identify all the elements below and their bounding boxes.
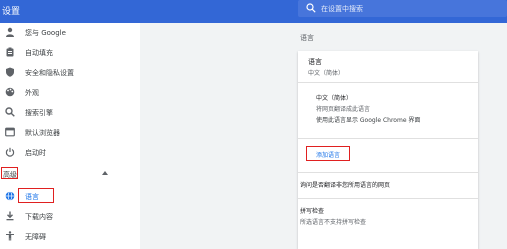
globe-icon (5, 191, 15, 201)
shield-icon (6, 67, 14, 77)
search-placeholder: 在设置中搜索 (321, 5, 363, 13)
language-entry-desc: 将网页翻译成此语言 (316, 106, 371, 113)
sidebar-item-privacy[interactable]: 安全和隐私设置 (0, 63, 140, 83)
sidebar-item-you-and-google[interactable]: 您与 Google (0, 23, 140, 43)
section-title: 语言 (300, 34, 314, 42)
languages-card: 语言 中文（简体） 中文（简体） 将网页翻译成此语言 使用此语言显示 Googl… (298, 51, 478, 249)
current-language[interactable]: 中文（简体） (308, 68, 344, 77)
clipboard-icon (6, 47, 14, 57)
browser-icon (5, 127, 15, 137)
sidebar-item-search-engine[interactable]: 搜索引擎 (0, 103, 140, 123)
sidebar-item-on-startup[interactable]: 启动时 (0, 143, 140, 163)
language-entry-desc: 使用此语言显示 Google Chrome 界面 (316, 117, 421, 124)
search-icon (5, 107, 15, 117)
download-icon (6, 211, 14, 221)
sidebar-item-label: 启动时 (25, 149, 46, 157)
sidebar-item-label: 外观 (25, 89, 39, 97)
sidebar-item-downloads[interactable]: 下载内容 (0, 207, 140, 227)
top-bar: 设置 在设置中搜索 (0, 0, 507, 23)
divider (298, 198, 478, 199)
highlight-box-languages (18, 188, 54, 203)
person-icon (6, 27, 14, 37)
sidebar-item-label: 安全和隐私设置 (25, 69, 74, 77)
sidebar-item-label: 下载内容 (25, 213, 53, 221)
sidebar: 您与 Google 自动填充 安全和隐私设置 外观 搜索引擎 默认浏览器 启动时… (0, 23, 140, 249)
translate-offer-toggle[interactable]: 询问是否翻译非您所用语言的网页 (300, 180, 390, 189)
accessibility-icon (6, 231, 14, 241)
language-heading: 语言 (308, 58, 322, 66)
divider (298, 172, 478, 173)
palette-icon (5, 87, 15, 97)
chevron-up-icon (102, 171, 108, 175)
divider (298, 82, 478, 83)
page-title: 设置 (2, 7, 21, 17)
sidebar-item-label: 搜索引擎 (25, 109, 53, 117)
highlight-box-add-language (306, 146, 350, 161)
divider (298, 138, 478, 139)
spellcheck-heading: 拼写检查 (300, 208, 325, 215)
spellcheck-desc: 所选语言不支持拼写检查 (300, 219, 367, 226)
search-icon (306, 3, 316, 13)
search-box[interactable]: 在设置中搜索 (298, 0, 507, 17)
sidebar-item-label: 自动填充 (25, 49, 53, 57)
sidebar-item-default-browser[interactable]: 默认浏览器 (0, 123, 140, 143)
main-content: 语言 语言 中文（简体） 中文（简体） 将网页翻译成此语言 使用此语言显示 Go… (140, 23, 507, 249)
sidebar-item-accessibility[interactable]: 无障碍 (0, 227, 140, 247)
highlight-box-advanced (1, 167, 18, 179)
sidebar-item-autofill[interactable]: 自动填充 (0, 43, 140, 63)
sidebar-item-appearance[interactable]: 外观 (0, 83, 140, 103)
sidebar-item-label: 您与 Google (25, 29, 66, 37)
sidebar-item-label: 无障碍 (25, 233, 46, 241)
sidebar-advanced-toggle[interactable]: 高级 (0, 165, 140, 183)
power-icon (5, 147, 15, 157)
sidebar-item-label: 默认浏览器 (25, 129, 60, 137)
language-entry-name: 中文（简体） (316, 95, 353, 102)
